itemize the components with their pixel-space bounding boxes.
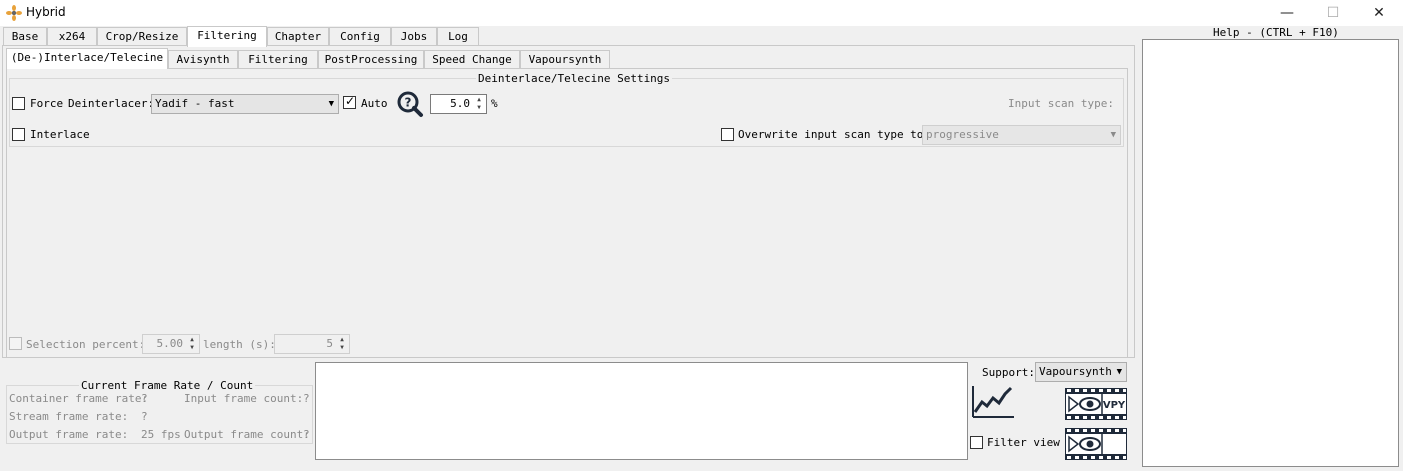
support-select[interactable]: Vapoursynth ▼ bbox=[1035, 362, 1127, 382]
auto-label: Auto bbox=[361, 97, 388, 110]
preview-vpy-icon[interactable]: VPY bbox=[1065, 388, 1127, 420]
tab-vapoursynth[interactable]: Vapoursynth bbox=[520, 50, 610, 68]
spin-up-icon[interactable]: ▲ bbox=[336, 336, 348, 344]
selection-checkbox[interactable] bbox=[9, 337, 22, 350]
spin-up-icon[interactable]: ▲ bbox=[473, 96, 485, 104]
overwrite-scan-select[interactable]: progressive ▼ bbox=[922, 125, 1121, 145]
force-label: Force bbox=[30, 97, 64, 110]
dropdown-arrow-icon: ▼ bbox=[1116, 367, 1122, 377]
tab-log[interactable]: Log bbox=[437, 27, 479, 45]
length-label: length (s): bbox=[203, 338, 276, 351]
stream-frame-rate-label: Stream frame rate: bbox=[9, 410, 129, 423]
auto-checkbox[interactable] bbox=[343, 94, 356, 109]
deinterlace-group-title: Deinterlace/Telecine Settings bbox=[476, 72, 673, 85]
selection-percent-spinbox[interactable]: 5.00 ▲ ▼ bbox=[142, 334, 200, 354]
main-tab-bar: Base x264 Crop/Resize Filtering Chapter … bbox=[3, 26, 1138, 47]
title-bar: Hybrid — ☐ ✕ bbox=[0, 0, 1403, 26]
deinterlacer-select[interactable]: Yadif - fast ▼ bbox=[151, 94, 339, 114]
script-preview-textarea[interactable] bbox=[315, 362, 968, 460]
output-frame-rate-label: Output frame rate: bbox=[9, 428, 129, 441]
percent-unit: % bbox=[491, 97, 498, 110]
minimize-button[interactable]: — bbox=[1264, 0, 1310, 26]
window-title: Hybrid bbox=[26, 5, 66, 19]
help-panel[interactable] bbox=[1142, 39, 1399, 467]
spin-down-icon[interactable]: ▼ bbox=[186, 344, 198, 352]
input-frame-count-label: Input frame count: bbox=[184, 392, 304, 405]
overwrite-scan-value: progressive bbox=[926, 128, 999, 141]
stream-frame-rate-value: ? bbox=[141, 410, 148, 423]
preview-icon[interactable] bbox=[1065, 428, 1127, 460]
frame-rate-title: Current Frame Rate / Count bbox=[79, 379, 256, 392]
selection-percent-value: 5.00 bbox=[156, 337, 184, 350]
support-value: Vapoursynth bbox=[1039, 365, 1112, 378]
overwrite-scan-checkbox[interactable] bbox=[721, 128, 734, 141]
sub-tab-bar: (De-)Interlace/Telecine Avisynth Filteri… bbox=[6, 48, 1136, 70]
output-frame-rate-value: 25 fps bbox=[141, 428, 181, 441]
length-value: 5 bbox=[326, 337, 333, 350]
interlace-label: Interlace bbox=[30, 128, 90, 141]
spin-up-icon[interactable]: ▲ bbox=[186, 336, 198, 344]
percent-value: 5.0 bbox=[450, 97, 470, 110]
maximize-button[interactable]: ☐ bbox=[1310, 0, 1356, 26]
spin-down-icon[interactable]: ▼ bbox=[473, 104, 485, 112]
spin-down-icon[interactable]: ▼ bbox=[336, 344, 348, 352]
support-label: Support: bbox=[982, 366, 1035, 379]
tab-sub-filtering[interactable]: Filtering bbox=[238, 50, 318, 68]
interlace-checkbox[interactable] bbox=[12, 128, 25, 141]
close-button[interactable]: ✕ bbox=[1356, 0, 1402, 26]
container-frame-rate-label: Container frame rate: bbox=[9, 392, 149, 405]
length-spinbox[interactable]: 5 ▲ ▼ bbox=[274, 334, 350, 354]
input-frame-count-value: ? bbox=[303, 392, 310, 405]
dropdown-arrow-icon: ▼ bbox=[1110, 130, 1116, 140]
tab-postprocessing[interactable]: PostProcessing bbox=[318, 50, 424, 68]
tab-chapter[interactable]: Chapter bbox=[267, 27, 329, 45]
tab-x264[interactable]: x264 bbox=[47, 27, 97, 45]
svg-text:?: ? bbox=[405, 96, 412, 110]
tab-crop-resize[interactable]: Crop/Resize bbox=[97, 27, 187, 45]
overwrite-scan-label: Overwrite input scan type to: bbox=[738, 128, 931, 141]
graph-icon[interactable] bbox=[970, 384, 1016, 420]
help-title: Help - (CTRL + F10) bbox=[1213, 26, 1339, 39]
deinterlacer-label: Deinterlacer: bbox=[68, 97, 155, 110]
percent-spinbox[interactable]: 5.0 ▲ ▼ bbox=[430, 94, 487, 114]
zoom-icon[interactable]: ? bbox=[396, 90, 424, 118]
output-frame-count-label: Output frame count: bbox=[184, 428, 310, 441]
dropdown-arrow-icon: ▼ bbox=[328, 99, 334, 109]
tab-avisynth[interactable]: Avisynth bbox=[168, 50, 238, 68]
deinterlacer-value: Yadif - fast bbox=[155, 97, 235, 110]
filter-view-label: Filter view bbox=[987, 436, 1060, 449]
selection-percent-label: Selection percent: bbox=[26, 338, 146, 351]
input-scan-type-label: Input scan type: bbox=[1008, 97, 1114, 110]
tab-speed-change[interactable]: Speed Change bbox=[424, 50, 520, 68]
vpy-text: VPY bbox=[1103, 400, 1126, 411]
tab-jobs[interactable]: Jobs bbox=[391, 27, 437, 45]
app-icon bbox=[6, 5, 22, 21]
filter-view-checkbox[interactable] bbox=[970, 436, 983, 449]
output-frame-count-value: ? bbox=[303, 428, 310, 441]
tab-config[interactable]: Config bbox=[329, 27, 391, 45]
tab-base[interactable]: Base bbox=[3, 27, 47, 45]
force-checkbox[interactable] bbox=[12, 97, 25, 110]
tab-deinterlace-telecine[interactable]: (De-)Interlace/Telecine bbox=[6, 48, 168, 69]
tab-filtering[interactable]: Filtering bbox=[187, 26, 267, 47]
container-frame-rate-value: ? bbox=[141, 392, 148, 405]
